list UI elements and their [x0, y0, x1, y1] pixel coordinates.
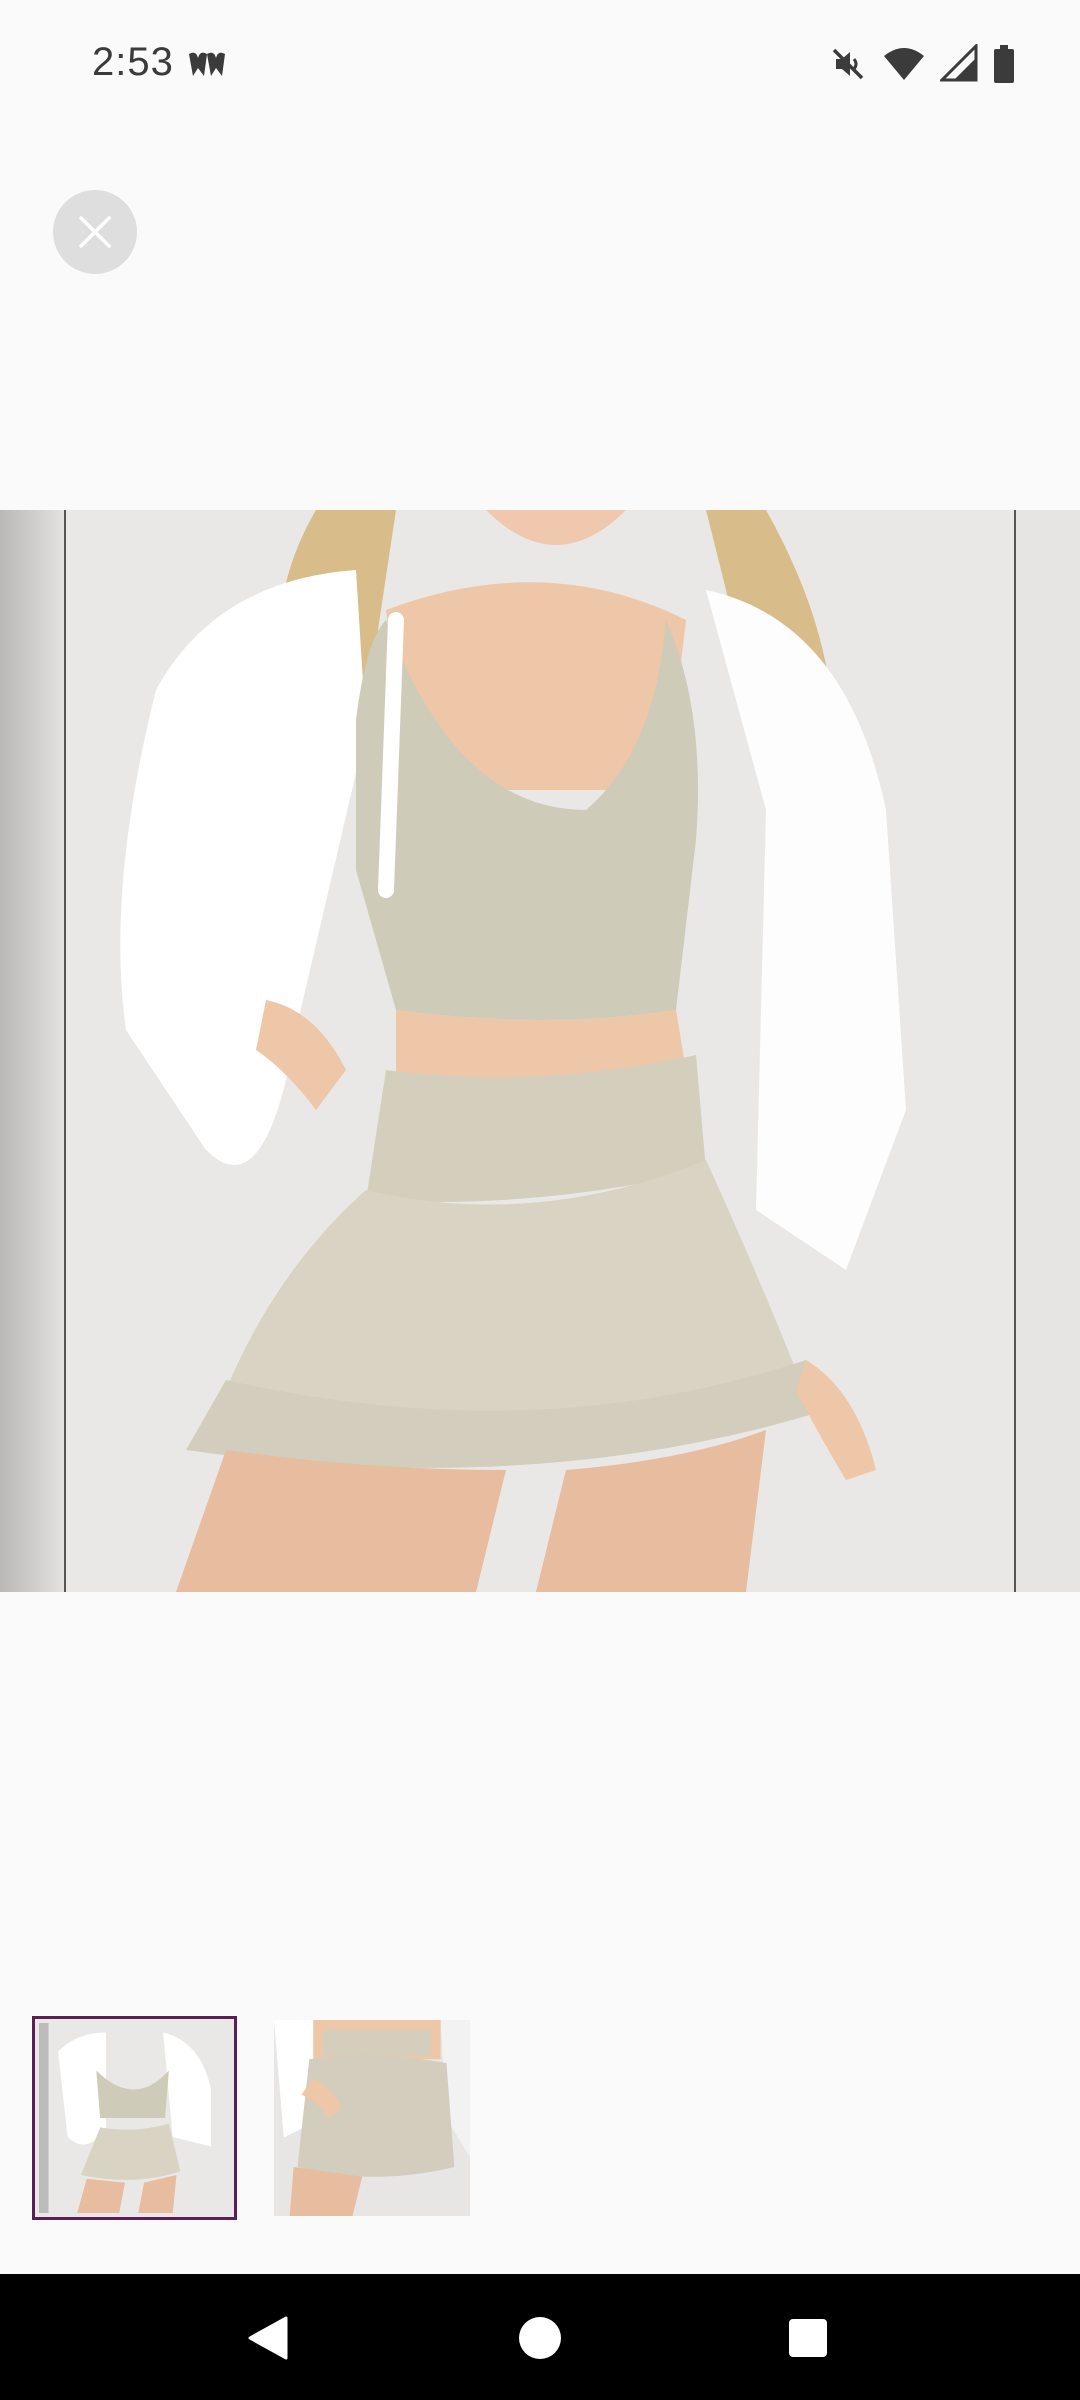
thumbnail-1[interactable] — [32, 2016, 237, 2220]
previous-image-peek[interactable] — [0, 510, 66, 1592]
status-bar: 2:53 — [0, 0, 1080, 132]
status-time: 2:53 — [92, 40, 174, 84]
back-icon — [248, 2316, 288, 2360]
product-image-main[interactable] — [66, 510, 1014, 1592]
battery-icon — [994, 45, 1014, 83]
close-icon — [79, 216, 111, 248]
home-icon — [519, 2317, 561, 2359]
mute-icon — [832, 48, 864, 80]
navigation-bar — [0, 2274, 1080, 2400]
back-button[interactable] — [240, 2310, 296, 2366]
cell-signal-icon — [940, 44, 978, 82]
thumbnail-2[interactable] — [274, 2020, 470, 2216]
close-button[interactable] — [53, 190, 137, 274]
app-notification-icon — [189, 52, 225, 76]
recents-button[interactable] — [780, 2310, 836, 2366]
image-carousel[interactable] — [0, 510, 1080, 1592]
wifi-icon — [884, 48, 924, 80]
recents-icon — [789, 2319, 827, 2357]
product-photo — [66, 510, 1014, 1592]
thumbnail-2-image — [274, 2020, 470, 2216]
status-icons — [828, 42, 1016, 86]
home-button[interactable] — [512, 2310, 568, 2366]
next-image-peek[interactable] — [1014, 510, 1080, 1592]
thumbnail-1-image — [39, 2023, 230, 2213]
